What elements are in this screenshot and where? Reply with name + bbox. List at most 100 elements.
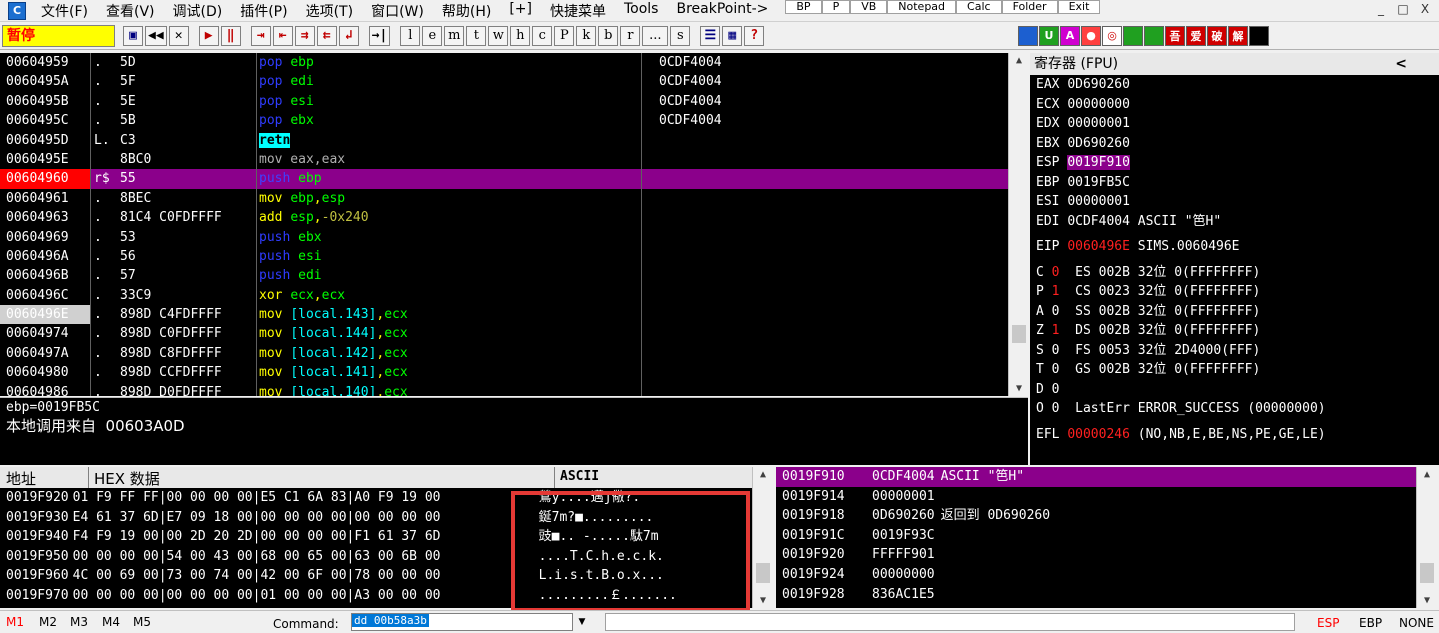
disasm-address[interactable]: 0060496B (0, 266, 90, 285)
disasm-comment[interactable] (643, 189, 1008, 208)
disasm-instruction[interactable]: push ebx (257, 228, 642, 247)
run-button[interactable]: ▶ (198, 25, 219, 46)
menu-item[interactable]: 插件(P) (231, 1, 296, 21)
disasm-comment[interactable]: 0CDF4004 (643, 72, 1008, 91)
plugin-button[interactable]: U (1039, 25, 1059, 46)
flag-row[interactable]: T 0 GS 002B 32位 0(FFFFFFFF) (1030, 360, 1439, 380)
disasm-instruction[interactable]: pop ebx (257, 111, 642, 130)
disasm-comment[interactable] (643, 150, 1008, 169)
dump-scrollbar[interactable]: ▲ ▼ (752, 467, 774, 608)
help-icon[interactable]: ? (744, 25, 765, 46)
flag-value[interactable]: 0 (1052, 362, 1060, 377)
window-letter-button[interactable]: h (510, 25, 531, 46)
disasm-instruction[interactable]: mov ebp,esp (257, 189, 642, 208)
disasm-instruction[interactable]: mov [local.141],ecx (257, 363, 642, 382)
quick-tab[interactable]: Calc (956, 0, 1002, 14)
mark-m4[interactable]: M4 (102, 615, 120, 629)
disasm-address[interactable]: 0060496A (0, 247, 90, 266)
disasm-instruction[interactable]: push edi (257, 266, 642, 285)
collapse-chevron-icon[interactable]: < (1395, 53, 1407, 75)
register-value[interactable]: 0019F910 (1067, 155, 1130, 170)
plugin-button[interactable] (1018, 25, 1038, 46)
window-letter-button[interactable]: e (422, 25, 443, 46)
plugin-button[interactable]: ● (1081, 25, 1101, 46)
flag-value[interactable]: 0 (1052, 304, 1060, 319)
stack-scrollbar[interactable]: ▲ ▼ (1416, 467, 1439, 608)
disasm-instruction[interactable]: pop edi (257, 72, 642, 91)
register-row[interactable]: EDI 0CDF4004 ASCII "笆H" (1030, 212, 1439, 232)
register-row[interactable]: ESP 0019F910 (1030, 153, 1439, 173)
dump-header-hex[interactable]: HEX 数据 (94, 468, 160, 489)
plugin-button[interactable] (1123, 25, 1143, 46)
flag-value[interactable]: 0 (1052, 382, 1060, 397)
disasm-address[interactable]: 00604959 (0, 53, 90, 72)
disasm-address[interactable]: 0060495C (0, 111, 90, 130)
disasm-address[interactable]: 0060495E (0, 150, 90, 169)
flag-row[interactable]: P 1 CS 0023 32位 0(FFFFFFFF) (1030, 282, 1439, 302)
stack-value[interactable]: 0CDF4004 (845, 467, 935, 487)
register-row-efl[interactable]: EFL 00000246 (NO,NB,E,BE,NS,PE,GE,LE) (1030, 425, 1439, 445)
plugin-button[interactable]: ◎ (1102, 25, 1122, 46)
list-icon[interactable]: ☰ (700, 25, 721, 46)
disasm-comment[interactable] (643, 208, 1008, 227)
menu-item[interactable]: [+] (500, 1, 541, 21)
window-letter-button[interactable]: r (620, 25, 641, 46)
disasm-instruction[interactable]: pop ebp (257, 53, 642, 72)
stack-row[interactable]: 0019F918 0D690260 返回到 0D690260 (776, 506, 1416, 526)
close-process-icon[interactable]: ✕ (168, 25, 189, 46)
window-letter-button[interactable]: w (488, 25, 509, 46)
open-folder-icon[interactable]: ▣ (123, 25, 143, 46)
stack-address[interactable]: 0019F918 (782, 508, 845, 523)
disasm-comment[interactable]: 0CDF4004 (643, 111, 1008, 130)
disasm-instruction[interactable]: mov [local.143],ecx (257, 305, 642, 324)
disasm-address[interactable]: 0060495A (0, 72, 90, 91)
register-value[interactable]: 0060496E (1067, 239, 1130, 254)
flag-value[interactable]: 0 (1052, 401, 1060, 416)
flag-value[interactable]: 0 (1052, 265, 1060, 280)
disasm-hex[interactable]: . 5D (92, 53, 257, 72)
register-row[interactable]: ESI 00000001 (1030, 192, 1439, 212)
quick-tab[interactable]: VB (850, 0, 888, 14)
dump-header-ascii[interactable]: ASCII (560, 469, 599, 484)
status-none[interactable]: NONE (1399, 616, 1434, 630)
register-row[interactable]: EDX 00000001 (1030, 114, 1439, 134)
disasm-hex[interactable]: . 5E (92, 92, 257, 111)
disasm-comment[interactable] (643, 363, 1008, 382)
minimize-button[interactable]: _ (1373, 2, 1389, 16)
disasm-hex[interactable]: . 5B (92, 111, 257, 130)
disasm-address[interactable]: 0060496C (0, 286, 90, 305)
register-row-eip[interactable]: EIP 0060496E SIMS.0060496E (1030, 237, 1439, 257)
flag-row[interactable]: D 0 (1030, 380, 1439, 400)
menu-item[interactable]: 帮助(H) (433, 1, 500, 21)
trace-into-icon[interactable]: ⇉ (294, 25, 315, 46)
disasm-comment[interactable] (643, 305, 1008, 324)
menu-item[interactable]: 选项(T) (297, 1, 362, 21)
disasm-hex[interactable]: . 53 (92, 228, 257, 247)
command-input[interactable]: dd 00b58a3b (351, 613, 591, 631)
disasm-comment[interactable] (643, 344, 1008, 363)
stack-address[interactable]: 0019F928 (782, 587, 845, 602)
disasm-instruction[interactable]: xor ecx,ecx (257, 286, 642, 305)
menu-item[interactable]: BreakPoint-> (667, 1, 777, 21)
disasm-address[interactable]: 00604974 (0, 324, 90, 343)
menu-item[interactable]: Tools (615, 1, 668, 21)
stack-value[interactable]: 0019F93C (845, 526, 935, 546)
disasm-comment[interactable] (643, 266, 1008, 285)
stack-value[interactable]: FFFFF901 (845, 545, 935, 565)
register-value[interactable]: 00000246 (1067, 427, 1130, 442)
disasm-address[interactable]: 0060495D (0, 131, 90, 150)
stack-address[interactable]: 0019F920 (782, 547, 845, 562)
scroll-down-arrow-icon[interactable]: ▼ (1417, 595, 1437, 606)
step-into-icon[interactable]: ⇥ (250, 25, 271, 46)
register-value[interactable]: 0D690260 (1067, 136, 1130, 151)
scroll-up-arrow-icon[interactable]: ▲ (1417, 469, 1437, 480)
dump-address[interactable]: 0019F950 (6, 549, 69, 564)
stack-row[interactable]: 0019F928 836AC1E5 (776, 585, 1416, 605)
scroll-down-arrow-icon[interactable]: ▼ (1009, 383, 1029, 394)
dump-address[interactable]: 0019F930 (6, 510, 69, 525)
disasm-comment[interactable] (643, 383, 1008, 396)
disasm-address[interactable]: 00604960 (0, 169, 90, 189)
disasm-instruction[interactable]: mov eax,eax (257, 150, 642, 169)
restore-button[interactable]: □ (1395, 2, 1411, 16)
window-letter-button[interactable]: k (576, 25, 597, 46)
